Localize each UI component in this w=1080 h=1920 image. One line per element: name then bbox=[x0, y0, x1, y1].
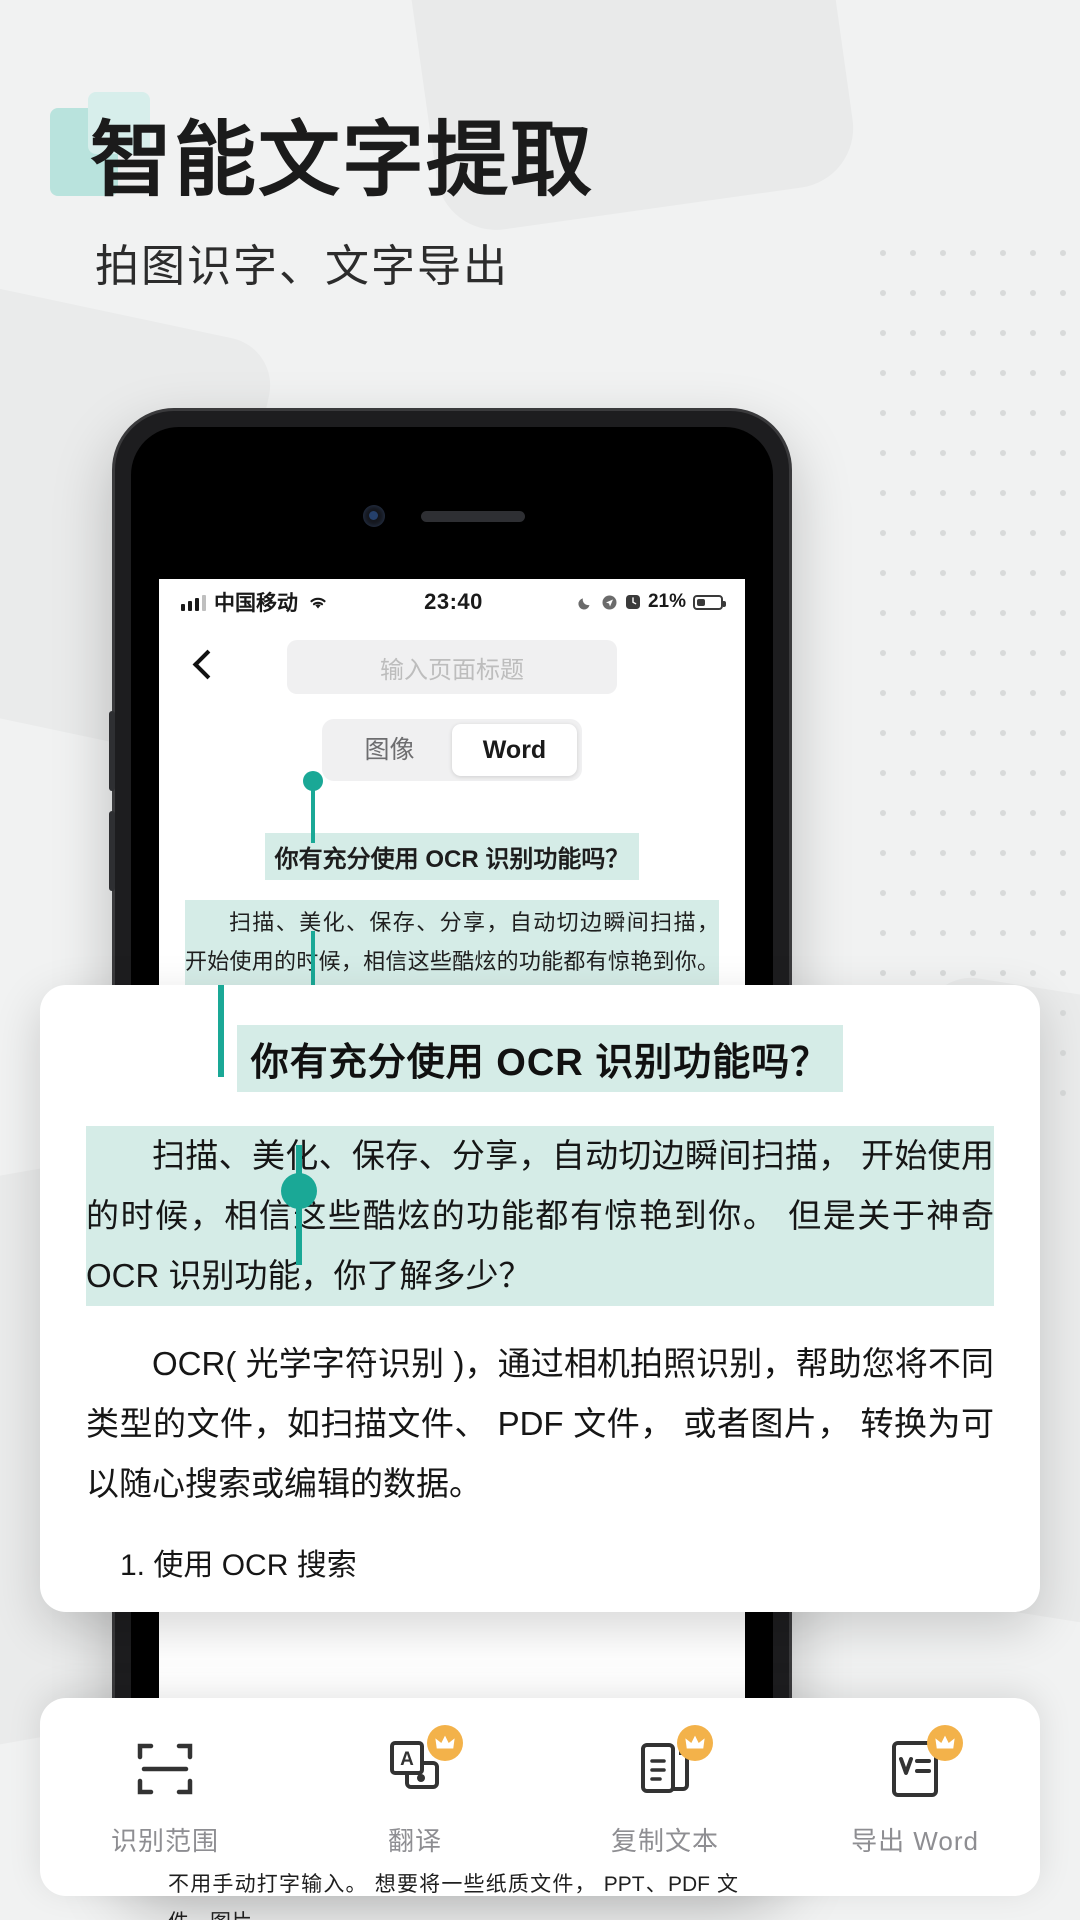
status-bar-right: 21% bbox=[577, 591, 726, 613]
page-root: 智能文字提取 拍图识字、文字导出 中国移动 23:40 21% 输入页面标题 图… bbox=[0, 0, 1080, 1920]
location-icon bbox=[602, 595, 617, 609]
page-subtitle: 拍图识字、文字导出 bbox=[95, 242, 509, 291]
toolbar-label-copy-text: 复制文本 bbox=[610, 1825, 719, 1856]
card-heading: 你有充分使用 OCR 识别功能吗？ bbox=[236, 1025, 844, 1092]
status-bar-left: 中国移动 bbox=[181, 587, 330, 617]
annotation-pin-dot-1 bbox=[303, 771, 323, 791]
export-word-icon bbox=[883, 1724, 963, 1801]
status-bar: 中国移动 23:40 21% bbox=[159, 579, 745, 625]
card-paragraph-1: 扫描、美化、保存、分享，自动切边瞬间扫描， 开始使用的时候，相信这些酷炫的功能都… bbox=[86, 1126, 994, 1307]
crown-icon bbox=[677, 1724, 713, 1761]
toolbar-item-scan-range[interactable]: 识别范围 bbox=[70, 1737, 260, 1858]
carrier-label: 中国移动 bbox=[214, 592, 298, 615]
crown-icon bbox=[427, 1724, 463, 1761]
wifi-icon bbox=[310, 597, 326, 609]
page-title: 智能文字提取 bbox=[90, 115, 595, 206]
toolbar-label-scan-range: 识别范围 bbox=[110, 1825, 219, 1856]
scan-frame-icon bbox=[133, 1737, 197, 1801]
card-paragraph-2: OCR( 光学字符识别 )，通过相机拍照识别，帮助您将不同类型的文件，如扫描文件… bbox=[86, 1345, 994, 1503]
phone-volume-up-button bbox=[109, 711, 115, 791]
toolbar-label-export-word: 导出 Word bbox=[851, 1825, 979, 1856]
document-bottom-text: 不用手动打字输入。 想要将一些纸质文件， PPT、PDF 文件、图片、 bbox=[168, 1873, 738, 1920]
translate-icon: A bbox=[383, 1724, 463, 1801]
card-annotation-dot-2 bbox=[281, 1173, 317, 1209]
battery-percent-label: 21% bbox=[647, 591, 686, 612]
document-heading-row: 你有充分使用 OCR 识别功能吗？ bbox=[185, 833, 719, 880]
front-camera-icon bbox=[363, 505, 385, 527]
phone-volume-down-button bbox=[109, 811, 115, 891]
signal-bars-icon bbox=[181, 593, 206, 611]
navigation-bar: 输入页面标题 bbox=[159, 625, 745, 709]
toolbar-item-export-word[interactable]: 导出 Word bbox=[820, 1724, 1010, 1858]
toolbar-item-translate[interactable]: A 翻译 bbox=[320, 1724, 510, 1858]
toolbar-label-translate: 翻译 bbox=[387, 1825, 442, 1856]
status-bar-clock: 23:40 bbox=[424, 589, 483, 614]
tab-word[interactable]: Word bbox=[452, 724, 577, 776]
toolbar-item-copy-text[interactable]: 复制文本 bbox=[570, 1724, 760, 1858]
zoom-content-card: 你有充分使用 OCR 识别功能吗？ 扫描、美化、保存、分享，自动切边瞬间扫描， … bbox=[40, 985, 1040, 1613]
segmented-track: 图像 Word bbox=[322, 719, 582, 781]
card-list-item-1: 1. 使用 OCR 搜索 bbox=[120, 1549, 357, 1583]
copy-text-icon bbox=[633, 1724, 713, 1801]
moon-icon bbox=[578, 597, 590, 609]
alarm-icon bbox=[625, 595, 640, 609]
document-heading: 你有充分使用 OCR 识别功能吗？ bbox=[264, 833, 640, 880]
earpiece-speaker bbox=[421, 511, 525, 522]
tab-image[interactable]: 图像 bbox=[327, 724, 452, 776]
chevron-left-icon[interactable] bbox=[185, 650, 219, 684]
page-title-input[interactable]: 输入页面标题 bbox=[287, 640, 617, 694]
battery-icon bbox=[693, 594, 726, 610]
view-mode-segmented-control: 图像 Word bbox=[159, 709, 745, 803]
card-annotation-line-1 bbox=[218, 985, 224, 1077]
svg-text:A: A bbox=[400, 1749, 414, 1770]
crown-icon bbox=[927, 1724, 963, 1761]
